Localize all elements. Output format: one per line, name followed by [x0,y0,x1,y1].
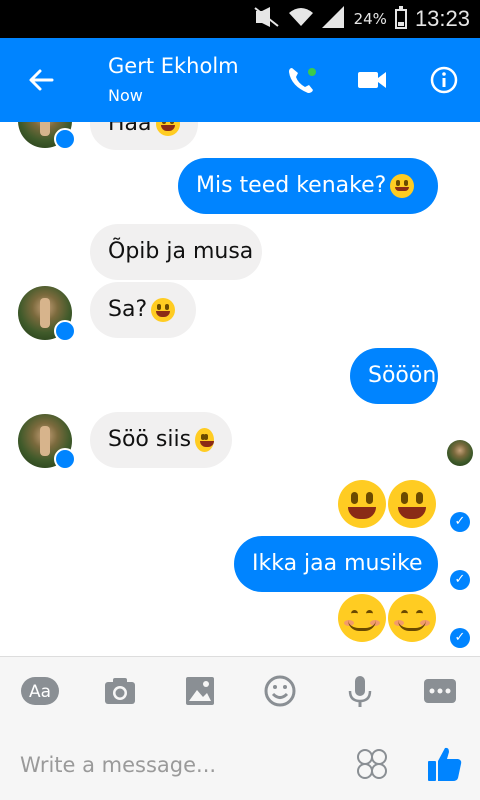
battery-percent: 24% [353,10,387,28]
emoji-button[interactable] [260,673,300,709]
message-list[interactable]: Hää Mis teed kenake? Õpib ja musa Sa? Sö… [0,122,480,656]
message-bubble-outgoing[interactable]: Mis teed kenake? [178,158,438,214]
delivered-check-icon: ✓ [450,570,470,590]
more-button[interactable] [420,673,460,709]
grin-emoji-icon [195,428,215,452]
grin-emoji-icon[interactable] [388,480,436,528]
blush-emoji-icon[interactable] [388,594,436,642]
composer [0,726,480,800]
text-button-label: Aa [29,682,51,702]
contact-avatar[interactable] [18,414,76,470]
gallery-icon [186,677,214,705]
contact-status: Now [108,86,143,105]
phone-icon [289,68,316,93]
blush-emoji-icon[interactable] [338,594,386,642]
message-text: Mis teed kenake? [196,173,387,198]
signal-icon [321,6,346,32]
camera-icon [105,678,135,704]
message-input[interactable] [18,748,322,782]
message-bubble-incoming[interactable]: Õpib ja musa [90,224,262,280]
call-button[interactable] [282,60,322,100]
status-icons: 24% 13:23 [253,0,470,38]
delivered-check-icon: ✓ [450,512,470,532]
back-button[interactable] [22,60,62,100]
grin-emoji-icon[interactable] [338,480,386,528]
contact-name[interactable]: Gert Ekholm [108,54,239,78]
delivered-check-icon: ✓ [450,628,470,648]
video-call-button[interactable] [352,60,392,100]
message-bubble-outgoing[interactable]: Sööön [350,348,438,404]
message-text: Söö siis [108,427,192,452]
contact-avatar[interactable] [18,286,76,342]
message-bubble-incoming[interactable]: Sa? [90,282,196,338]
info-icon [430,66,458,94]
video-camera-icon [358,72,386,88]
microphone-icon [348,676,372,707]
status-bar: 24% 13:23 [0,0,480,38]
message-text: Hää [108,122,152,136]
microphone-button[interactable] [340,673,380,709]
battery-icon [394,6,407,29]
mute-icon [253,7,280,31]
smile-emoji-icon [390,174,415,198]
wifi-icon [288,6,314,32]
message-bubble-incoming[interactable]: Hää [90,122,198,150]
like-button[interactable] [424,744,464,784]
grin-emoji-icon [155,122,180,136]
more-icon [424,679,456,703]
contact-avatar[interactable] [18,122,76,150]
back-arrow-icon [29,69,54,91]
info-button[interactable] [424,60,464,100]
text-button[interactable]: Aa [20,673,60,709]
gallery-button[interactable] [180,673,220,709]
status-time: 13:23 [414,6,470,31]
like-icon [428,747,462,781]
messenger-badge-icon [54,128,76,150]
seen-avatar [447,440,473,466]
composer-toolbar: Aa [0,656,480,727]
grin-emoji-icon [151,298,176,322]
emoji-icon [264,675,296,707]
sticker-button[interactable] [356,748,388,780]
message-text: Sööön [368,363,437,388]
message-bubble-outgoing[interactable]: Ikka jaa musike [234,536,438,592]
message-text: Sa? [108,297,148,322]
conversation-header: Gert Ekholm Now [0,38,480,122]
sticker-icon [357,749,387,779]
message-text: Õpib ja musa [108,239,254,264]
messenger-badge-icon [54,320,76,342]
message-bubble-incoming[interactable]: Söö siis [90,412,232,468]
camera-button[interactable] [100,673,140,709]
messenger-badge-icon [54,448,76,470]
message-text: Ikka jaa musike [252,551,423,576]
